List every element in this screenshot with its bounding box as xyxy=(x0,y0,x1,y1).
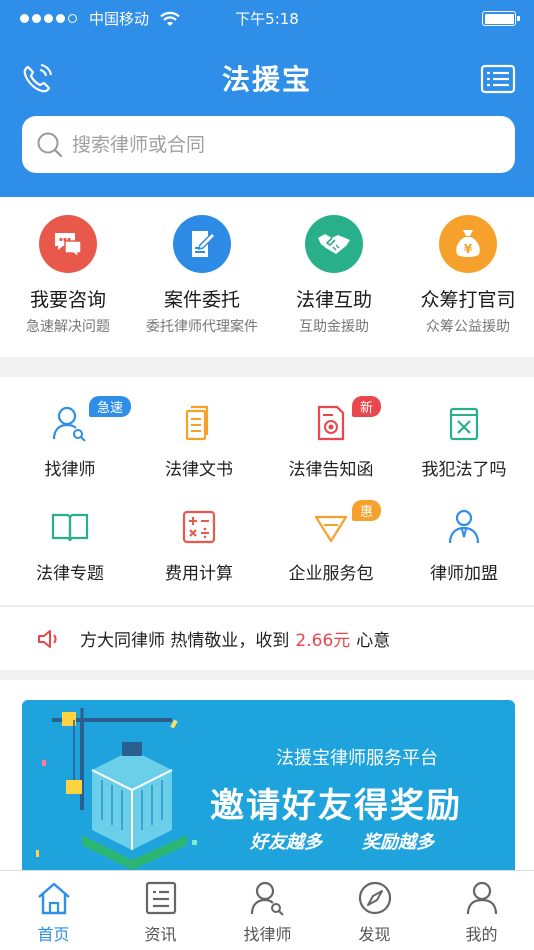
notice-bar[interactable]: 方大同律师 热情敬业，收到 2.66元 心意 xyxy=(0,606,534,670)
quick-label: 法律互助 xyxy=(295,289,372,311)
clock: 下午5:18 xyxy=(235,10,299,28)
badge-urgent: 急速 xyxy=(89,396,132,417)
grid-label: 法律专题 xyxy=(36,564,104,584)
quick-crowdfund[interactable]: ¥ 众筹打官司 众筹公益援助 xyxy=(401,215,534,336)
tab-label: 找律师 xyxy=(243,925,292,944)
notice-amount: 2.66元 xyxy=(295,631,351,651)
quick-consult[interactable]: 我要咨询 急速解决问题 xyxy=(1,215,135,336)
feature-grid: 急速 找律师 法律文书 新 法律告知函 我犯法了吗 法律专题 费用计算 惠 企业… xyxy=(0,377,534,605)
banner-section: 法援宝律师服务平台 邀请好友得奖励 好友越多 奖励越多 xyxy=(0,680,534,872)
app-header: 中国移动 下午5:18 法援宝 xyxy=(0,0,534,197)
search-input[interactable] xyxy=(72,133,472,156)
grid-legal-topics[interactable]: 法律专题 xyxy=(3,507,137,584)
diamond-icon xyxy=(311,507,351,547)
document-pen-icon xyxy=(173,215,231,273)
banner-sub-right: 奖励越多 xyxy=(362,832,434,853)
grid-enterprise-package[interactable]: 惠 企业服务包 xyxy=(264,500,398,584)
building-illustration xyxy=(36,708,197,870)
open-book-icon xyxy=(50,507,90,547)
quick-case-delegate[interactable]: 案件委托 委托律师代理案件 xyxy=(135,215,269,336)
grid-label: 法律告知函 xyxy=(288,460,374,480)
status-bar: 中国移动 下午5:18 xyxy=(0,0,534,36)
grid-label: 企业服务包 xyxy=(288,564,374,584)
user-search-icon xyxy=(249,879,287,917)
lawyer-person-icon xyxy=(444,507,484,547)
grid-did-i-break-law[interactable]: 我犯法了吗 xyxy=(397,403,531,480)
tab-discover[interactable]: 发现 xyxy=(321,879,428,945)
svg-text:¥: ¥ xyxy=(464,242,473,256)
tab-label: 发现 xyxy=(358,925,391,944)
quick-label: 案件委托 xyxy=(163,289,240,311)
bottom-tab-bar: 首页 资讯 找律师 发现 我的 xyxy=(0,870,534,950)
grid-find-lawyer[interactable]: 急速 找律师 xyxy=(3,396,137,480)
documents-icon xyxy=(179,403,219,443)
user-icon xyxy=(463,879,501,917)
list-menu-icon[interactable] xyxy=(480,64,516,94)
banner-main-text: 邀请好友得奖励 xyxy=(210,786,462,826)
quick-sub: 急速解决问题 xyxy=(26,319,110,335)
notice-text: 方大同律师 热情敬业，收到 xyxy=(80,631,290,651)
grid-label: 找律师 xyxy=(44,460,96,480)
grid-label: 法律文书 xyxy=(165,460,233,480)
grid-legal-docs[interactable]: 法律文书 xyxy=(132,403,266,480)
home-icon xyxy=(35,879,73,917)
invite-banner[interactable]: 法援宝律师服务平台 邀请好友得奖励 好友越多 奖励越多 xyxy=(22,700,515,872)
grid-label: 我犯法了吗 xyxy=(421,460,507,480)
handshake-icon xyxy=(305,215,363,273)
grid-label: 费用计算 xyxy=(165,564,233,584)
calculator-icon xyxy=(179,507,219,547)
banner-sub-left: 好友越多 xyxy=(250,832,322,853)
grid-fee-calculator[interactable]: 费用计算 xyxy=(132,507,266,584)
quick-label: 我要咨询 xyxy=(29,289,106,311)
badge-discount: 惠 xyxy=(352,500,382,521)
tab-label: 首页 xyxy=(37,925,70,944)
quick-label: 众筹打官司 xyxy=(420,289,516,311)
notice-letter-icon xyxy=(311,403,351,443)
quick-services: 我要咨询 急速解决问题 案件委托 委托律师代理案件 法律互助 互助金援助 ¥ 众… xyxy=(0,197,534,357)
money-bag-icon: ¥ xyxy=(439,215,497,273)
speaker-icon xyxy=(38,629,57,648)
chat-icon xyxy=(39,215,97,273)
grid-legal-notice[interactable]: 新 法律告知函 xyxy=(264,396,398,480)
notice-suffix: 心意 xyxy=(356,631,391,651)
law-book-icon xyxy=(444,403,484,443)
search-icon xyxy=(37,132,63,157)
grid-lawyer-join[interactable]: 律师加盟 xyxy=(397,507,531,584)
quick-sub: 众筹公益援助 xyxy=(426,319,510,335)
page-title: 法援宝 xyxy=(221,63,312,96)
tab-label: 我的 xyxy=(465,925,498,944)
user-search-icon xyxy=(50,403,90,443)
news-icon xyxy=(142,879,180,917)
tab-find-lawyer[interactable]: 找律师 xyxy=(214,879,321,945)
search-bar[interactable] xyxy=(22,116,515,173)
quick-mutual-aid[interactable]: 法律互助 互助金援助 xyxy=(267,215,401,336)
banner-top-text: 法援宝律师服务平台 xyxy=(276,748,438,769)
quick-sub: 委托律师代理案件 xyxy=(146,319,258,335)
tab-label: 资讯 xyxy=(144,925,177,944)
tab-news[interactable]: 资讯 xyxy=(107,879,214,945)
tab-home[interactable]: 首页 xyxy=(0,879,107,945)
tab-mine[interactable]: 我的 xyxy=(428,879,534,945)
quick-sub: 互助金援助 xyxy=(299,319,369,335)
grid-label: 律师加盟 xyxy=(430,564,498,584)
battery-icon xyxy=(482,11,520,26)
compass-icon xyxy=(356,879,394,917)
badge-new: 新 xyxy=(352,396,382,417)
